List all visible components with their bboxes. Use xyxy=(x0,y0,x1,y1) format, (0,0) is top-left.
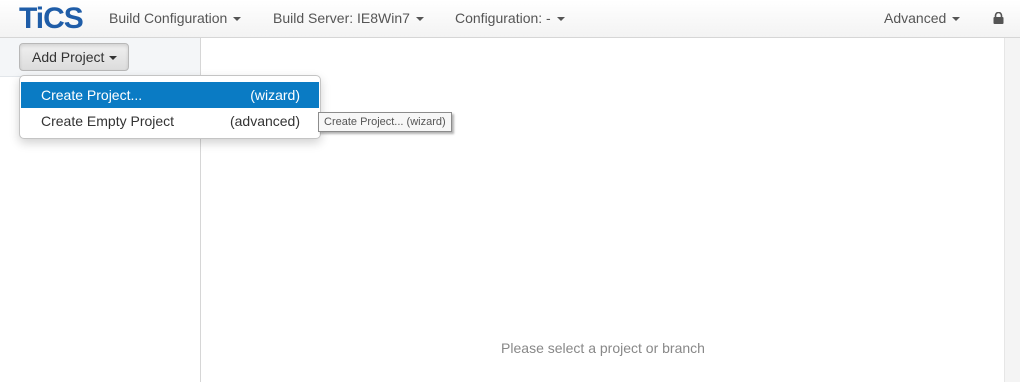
advanced-menu[interactable]: Advanced xyxy=(884,0,961,38)
tooltip: Create Project... (wizard) xyxy=(318,112,452,132)
chevron-down-icon xyxy=(952,17,961,22)
add-project-label: Add Project xyxy=(32,49,105,65)
menu-item-label: Create Project... xyxy=(41,87,143,103)
add-project-dropdown: Create Project... (wizard) Create Empty … xyxy=(19,75,321,139)
configuration-menu[interactable]: Configuration: - xyxy=(455,0,565,38)
menu-item-label: Create Empty Project xyxy=(41,113,175,129)
chevron-down-icon xyxy=(109,56,118,61)
chevron-down-icon xyxy=(233,17,242,22)
add-project-button[interactable]: Add Project xyxy=(19,43,129,71)
configuration-label: Configuration: - xyxy=(455,10,551,26)
advanced-label: Advanced xyxy=(884,10,947,26)
chevron-down-icon xyxy=(556,17,565,22)
menu-item-hint: (wizard) xyxy=(250,87,300,103)
empty-state-message: Please select a project or branch xyxy=(501,340,705,356)
menu-item-create-project[interactable]: Create Project... (wizard) xyxy=(21,82,319,108)
menu-item-hint: (advanced) xyxy=(229,113,300,129)
lock-icon[interactable] xyxy=(993,12,1004,24)
sidebar-toolbar: Add Project xyxy=(0,38,200,77)
build-configuration-menu[interactable]: Build Configuration xyxy=(109,0,242,38)
top-navbar: TiCS Build Configuration Build Server: I… xyxy=(0,0,1020,38)
menu-item-create-empty-project[interactable]: Create Empty Project (advanced) xyxy=(21,108,319,134)
main-content: Please select a project or branch xyxy=(202,38,1004,382)
tics-logo[interactable]: TiCS xyxy=(19,2,84,36)
build-server-menu[interactable]: Build Server: IE8Win7 xyxy=(273,0,424,38)
build-server-label: Build Server: IE8Win7 xyxy=(273,10,410,26)
vertical-scrollbar[interactable] xyxy=(1004,38,1020,382)
chevron-down-icon xyxy=(415,17,424,22)
build-configuration-label: Build Configuration xyxy=(109,10,228,26)
